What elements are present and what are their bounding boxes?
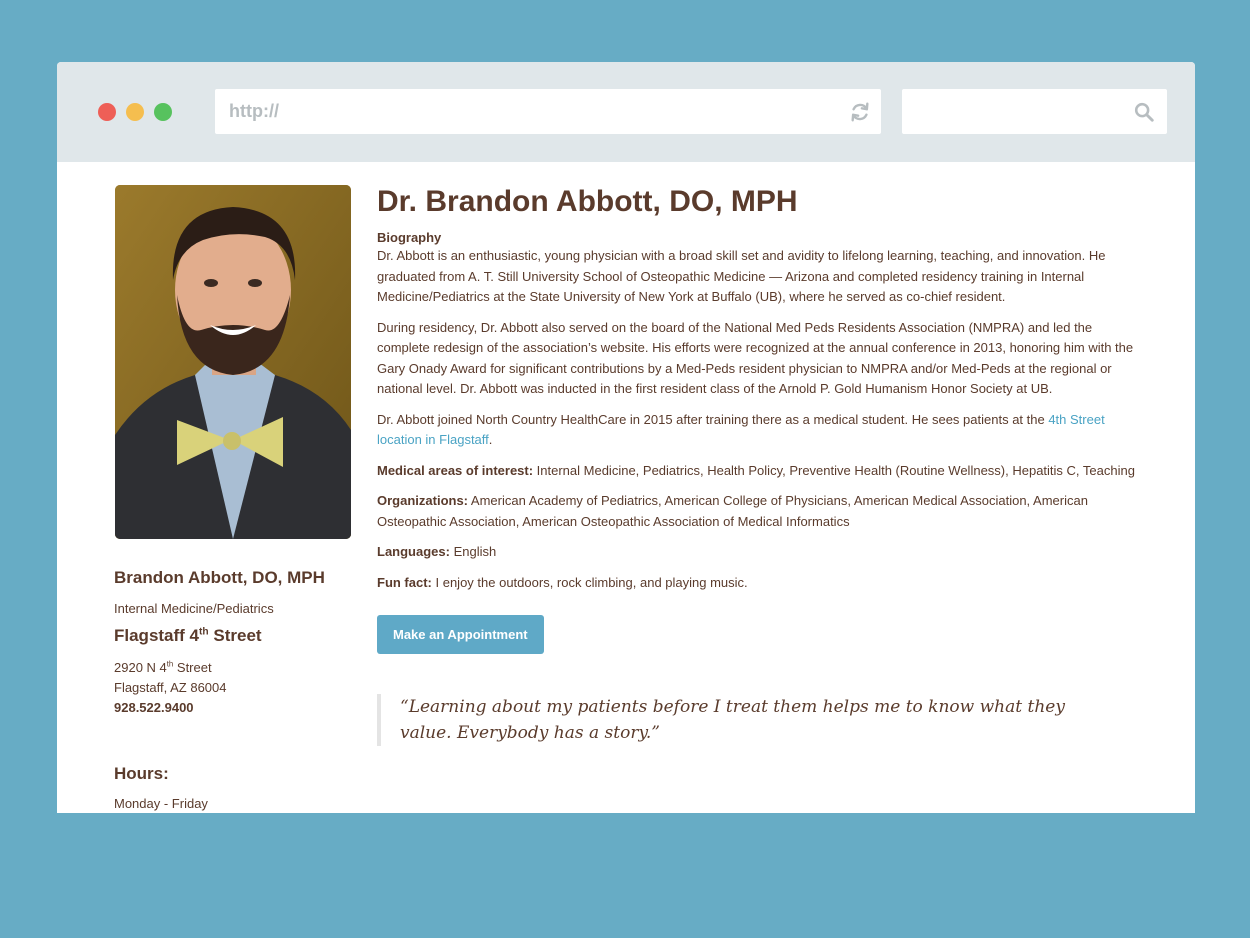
browser-window: http:// Brandon Abbott, DO, MPH Internal… (57, 62, 1195, 813)
page-content: Brandon Abbott, DO, MPH Internal Medicin… (57, 162, 1195, 813)
search-icon[interactable] (1133, 101, 1155, 123)
bio-p3-end: . (488, 432, 493, 447)
languages-label: Languages: (377, 544, 450, 559)
address-city: Flagstaff, AZ 86004 (114, 680, 227, 695)
search-input[interactable] (902, 89, 1167, 134)
fun-fact-paragraph: Fun fact: I enjoy the outdoors, rock cli… (377, 573, 1142, 594)
doctor-quote: “Learning about my patients before I tre… (377, 694, 1100, 746)
sidebar-location-name: Flagstaff 4th Street (114, 626, 364, 646)
biography-paragraph-2: During residency, Dr. Abbott also served… (377, 319, 1134, 397)
sidebar-doctor-name: Brandon Abbott, DO, MPH (114, 568, 325, 587)
address-prefix: 2920 N 4 (114, 660, 167, 675)
organizations-label: Organizations: (377, 493, 469, 508)
url-text: http:// (229, 101, 279, 121)
hours-title: Hours: (114, 764, 169, 783)
doctor-photo (115, 185, 351, 539)
biography-paragraph-1: Dr. Abbott is an enthusiastic, young phy… (377, 248, 1106, 304)
biography-paragraph-3: Dr. Abbott joined North Country HealthCa… (377, 410, 1142, 451)
biography-heading: Biography (377, 230, 442, 245)
close-window-button[interactable] (98, 103, 116, 121)
browser-toolbar: http:// (57, 62, 1195, 162)
interests-value: Internal Medicine, Pediatrics, Health Po… (533, 462, 1135, 478)
address-street: 2920 N 4th Street (114, 658, 364, 678)
fun-fact-label: Fun fact: (377, 574, 432, 590)
hours-days: Monday - Friday (114, 796, 208, 811)
doctor-sidebar: Brandon Abbott, DO, MPH Internal Medicin… (114, 562, 364, 811)
address-suffix: Street (173, 660, 212, 675)
phone-number[interactable]: 928.522.9400 (114, 698, 364, 718)
location-suffix: Street (208, 626, 262, 645)
bio-p3-text: Dr. Abbott joined North Country HealthCa… (377, 411, 1049, 427)
maximize-window-button[interactable] (154, 103, 172, 121)
organizations-value: American Academy of Pediatrics, American… (377, 493, 1088, 529)
location-prefix: Flagstaff 4 (114, 626, 200, 645)
languages-paragraph: Languages: English (377, 542, 1142, 563)
location-sup: th (199, 626, 209, 638)
doctor-main-content: Dr. Brandon Abbott, DO, MPH Biography Dr… (377, 182, 1142, 746)
reload-icon[interactable] (849, 101, 871, 123)
page-title: Dr. Brandon Abbott, DO, MPH (377, 185, 798, 218)
make-appointment-button[interactable]: Make an Appointment (377, 615, 544, 654)
interests-label: Medical areas of interest: (377, 462, 534, 478)
languages-value: English (449, 544, 497, 559)
url-bar[interactable]: http:// (215, 89, 881, 134)
minimize-window-button[interactable] (126, 103, 144, 121)
organizations-paragraph: Organizations: American Academy of Pedia… (377, 491, 1142, 532)
interests-paragraph: Medical areas of interest: Internal Medi… (377, 461, 1142, 482)
sidebar-address: 2920 N 4th Street Flagstaff, AZ 86004 92… (114, 658, 364, 718)
doctor-portrait-image (115, 185, 351, 539)
fun-fact-value: I enjoy the outdoors, rock climbing, and… (431, 574, 748, 590)
sidebar-specialty: Internal Medicine/Pediatrics (114, 601, 274, 616)
